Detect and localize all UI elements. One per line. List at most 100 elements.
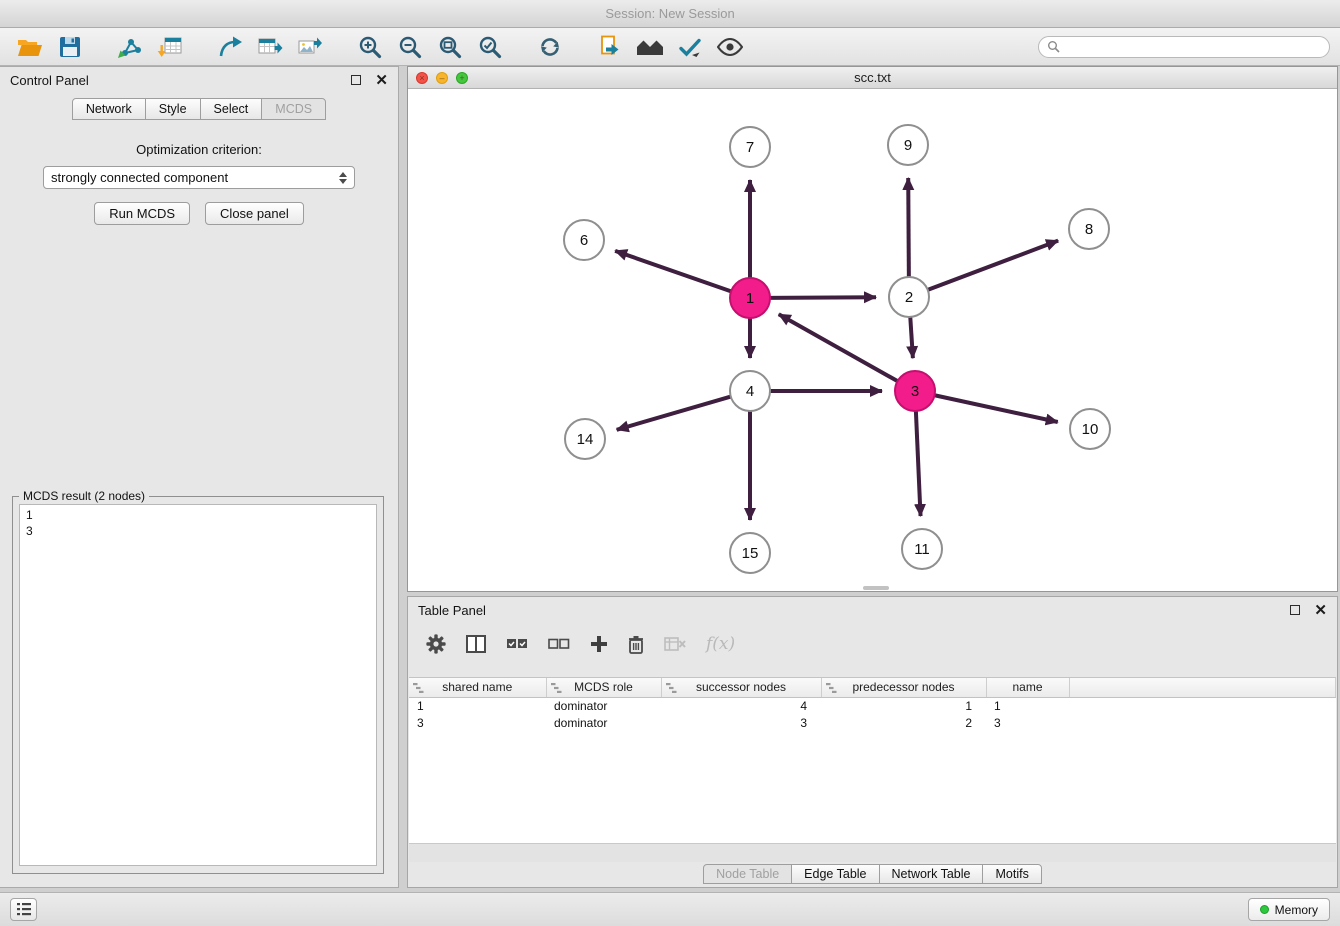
two-houses-icon xyxy=(636,37,664,57)
table-cell[interactable]: 1 xyxy=(409,697,546,714)
select-all-button[interactable] xyxy=(506,636,528,652)
document-share-icon xyxy=(598,35,622,59)
table-cell[interactable]: 3 xyxy=(661,714,821,731)
node-label-11: 11 xyxy=(914,541,930,558)
save-session-button[interactable] xyxy=(50,32,90,62)
export-network-button[interactable] xyxy=(210,32,250,62)
node-label-10: 10 xyxy=(1082,421,1099,438)
edge-1-6[interactable] xyxy=(615,251,731,292)
table-row[interactable]: 3dominator323 xyxy=(409,714,1336,731)
table-cell[interactable]: 1 xyxy=(821,697,986,714)
close-panel-icon[interactable]: ✕ xyxy=(375,73,388,88)
show-panels-button[interactable] xyxy=(10,898,37,921)
node-table: shared name MCDS role successor nodes pr… xyxy=(409,677,1336,843)
column-header-shared-name[interactable]: shared name xyxy=(409,678,546,697)
columns-icon xyxy=(466,635,486,653)
close-table-panel-icon[interactable]: ✕ xyxy=(1314,603,1327,618)
search-icon xyxy=(1047,40,1060,53)
window-title: Session: New Session xyxy=(605,6,734,21)
edge-4-14[interactable] xyxy=(617,397,731,430)
edge-3-11[interactable] xyxy=(916,411,921,516)
eye-button[interactable] xyxy=(710,32,750,62)
delete-table-button[interactable] xyxy=(664,636,686,652)
table-cell[interactable]: dominator xyxy=(546,714,661,731)
memory-button[interactable]: Memory xyxy=(1248,898,1330,921)
table-cell[interactable]: 2 xyxy=(821,714,986,731)
table-cell[interactable]: 3 xyxy=(986,714,1069,731)
zoom-selected-button[interactable] xyxy=(470,32,510,62)
table-cell[interactable]: dominator xyxy=(546,697,661,714)
mcds-result-value: 1 xyxy=(26,507,370,523)
tab-network[interactable]: Network xyxy=(72,98,146,120)
tab-node-table[interactable]: Node Table xyxy=(703,864,792,884)
import-table-button[interactable] xyxy=(150,32,190,62)
search-box[interactable] xyxy=(1038,36,1330,58)
search-input[interactable] xyxy=(1065,40,1321,54)
import-network-button[interactable] xyxy=(110,32,150,62)
network-hscrollbar[interactable] xyxy=(408,585,1337,591)
close-panel-button[interactable]: Close panel xyxy=(205,202,304,225)
export-table-button[interactable] xyxy=(250,32,290,62)
two-houses-button[interactable] xyxy=(630,32,670,62)
column-header-successor-nodes[interactable]: successor nodes xyxy=(661,678,821,697)
table-row[interactable]: 1dominator411 xyxy=(409,697,1336,714)
minimize-window-icon[interactable]: – xyxy=(436,72,448,84)
table-hscrollbar[interactable] xyxy=(409,843,1336,862)
zoom-selected-icon xyxy=(478,35,502,59)
edge-1-2[interactable] xyxy=(770,297,876,298)
node-table-body: 1dominator4113dominator323 xyxy=(409,697,1336,731)
column-header-predecessor-nodes[interactable]: predecessor nodes xyxy=(821,678,986,697)
delete-column-button[interactable] xyxy=(628,635,644,654)
tab-motifs[interactable]: Motifs xyxy=(982,864,1041,884)
deselect-all-button[interactable] xyxy=(548,636,570,652)
table-cell[interactable]: 4 xyxy=(661,697,821,714)
float-table-panel-icon[interactable] xyxy=(1290,605,1300,615)
node-label-2: 2 xyxy=(905,289,913,306)
edge-2-3[interactable] xyxy=(910,317,913,358)
mcds-result-list: 13 xyxy=(19,504,377,866)
edge-2-8[interactable] xyxy=(928,241,1058,290)
tab-style[interactable]: Style xyxy=(145,98,201,120)
network-window: × – + scc.txt 7968124314101511 xyxy=(407,66,1338,592)
table-cell[interactable]: 3 xyxy=(409,714,546,731)
refresh-button[interactable] xyxy=(530,32,570,62)
network-canvas[interactable]: 7968124314101511 xyxy=(408,89,1337,591)
zoom-window-icon[interactable]: + xyxy=(456,72,468,84)
style-check-button[interactable] xyxy=(670,32,710,62)
open-session-button[interactable] xyxy=(10,32,50,62)
network-window-titlebar[interactable]: × – + scc.txt xyxy=(408,67,1337,89)
table-settings-button[interactable] xyxy=(426,634,446,654)
column-sort-icon xyxy=(413,682,424,696)
tab-network-table[interactable]: Network Table xyxy=(879,864,984,884)
export-image-button[interactable] xyxy=(290,32,330,62)
tab-edge-table[interactable]: Edge Table xyxy=(791,864,879,884)
plus-icon xyxy=(590,635,608,653)
memory-status-icon xyxy=(1260,905,1269,914)
tab-mcds[interactable]: MCDS xyxy=(261,98,326,120)
column-header-mcds-role[interactable]: MCDS role xyxy=(546,678,661,697)
column-header-name[interactable]: name xyxy=(986,678,1069,697)
add-column-button[interactable] xyxy=(590,635,608,653)
node-label-14: 14 xyxy=(577,431,594,448)
edge-3-1[interactable] xyxy=(779,314,898,381)
function-builder-button[interactable]: f(x) xyxy=(706,634,735,654)
network-window-title: scc.txt xyxy=(854,70,891,85)
run-mcds-button[interactable]: Run MCDS xyxy=(94,202,190,225)
float-panel-icon[interactable] xyxy=(351,75,361,85)
table-header-row: shared name MCDS role successor nodes pr… xyxy=(409,678,1336,697)
table-cell[interactable]: 1 xyxy=(986,697,1069,714)
zoom-in-button[interactable] xyxy=(350,32,390,62)
node-label-1: 1 xyxy=(746,290,754,307)
tab-select[interactable]: Select xyxy=(200,98,263,120)
document-share-button[interactable] xyxy=(590,32,630,62)
column-visibility-button[interactable] xyxy=(466,635,486,653)
criterion-dropdown[interactable]: strongly connected component xyxy=(43,166,355,189)
zoom-out-button[interactable] xyxy=(390,32,430,62)
control-panel-title: Control Panel xyxy=(10,73,89,88)
refresh-icon xyxy=(538,35,562,59)
edge-3-10[interactable] xyxy=(935,395,1058,422)
main-toolbar xyxy=(0,28,1340,66)
zoom-fit-button[interactable] xyxy=(430,32,470,62)
edge-2-9[interactable] xyxy=(908,178,909,277)
close-window-icon[interactable]: × xyxy=(416,72,428,84)
